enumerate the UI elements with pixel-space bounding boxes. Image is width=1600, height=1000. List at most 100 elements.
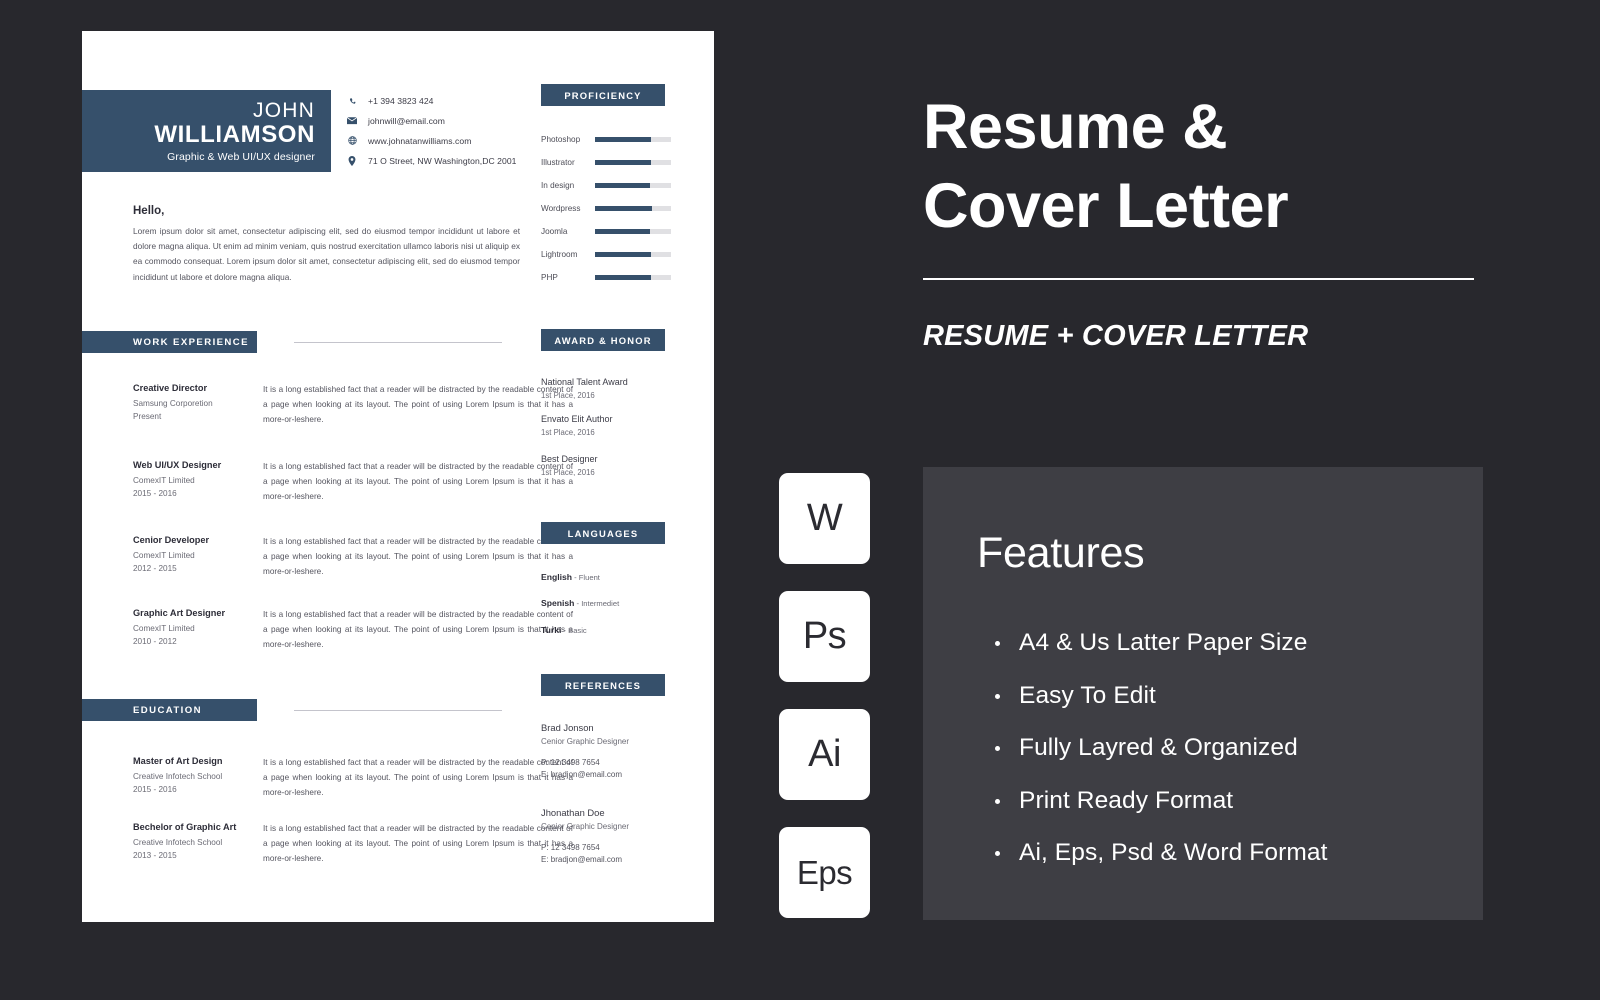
reference-name: Brad Jonson [541, 722, 594, 733]
language-name: Spenish [541, 598, 575, 608]
skill-track [595, 205, 671, 211]
language-level: Fluent [578, 573, 600, 582]
work-entry-years: Present [133, 411, 162, 421]
skill-row: PHP [541, 270, 671, 284]
work-entry-org: ComexIT Limited [133, 476, 195, 485]
language-item: English - Fluent [541, 572, 600, 582]
contact-email-text: johnwill@email.com [368, 115, 445, 126]
format-badge-word[interactable]: W [779, 473, 870, 564]
promo-title: Resume & Cover Letter [923, 88, 1523, 246]
section-rule-work-experience [294, 342, 502, 343]
format-badge-illustrator[interactable]: Ai [779, 709, 870, 800]
contact-phone-text: +1 394 3823 424 [368, 95, 434, 106]
features-panel: Features A4 & Us Latter Paper Size Easy … [923, 467, 1483, 920]
section-heading-work-experience: WORK EXPERIENCE [82, 331, 257, 353]
education-entry-meta: Bechelor of Graphic Art Creative Infotec… [133, 822, 263, 866]
work-entry-years: 2015 - 2016 [133, 488, 177, 498]
contact-row-email: johnwill@email.com [344, 111, 544, 130]
work-entry: Creative Director Samsung Corporetion Pr… [133, 383, 573, 427]
work-entry: Graphic Art Designer ComexIT Limited 201… [133, 608, 573, 652]
award-name: National Talent Award [541, 377, 628, 387]
section-heading-proficiency: PROFICIENCY [541, 84, 665, 106]
work-entry-meta: Graphic Art Designer ComexIT Limited 201… [133, 608, 263, 652]
resume-preview-page: JOHN WILLIAMSON Graphic & Web UI/UX desi… [82, 31, 714, 922]
contact-address-text: 71 O Street, NW Washington,DC 2001 [368, 155, 517, 166]
skill-fill [595, 228, 651, 234]
skill-row: Wordpress [541, 201, 671, 215]
skill-track [595, 159, 671, 165]
work-entry-meta: Cenior Developer ComexIT Limited 2012 - … [133, 535, 263, 579]
work-entry-meta: Web UI/UX Designer ComexIT Limited 2015 … [133, 460, 263, 504]
skill-row: Lightroom [541, 247, 671, 261]
education-entry-desc: It is a long established fact that a rea… [263, 824, 573, 863]
reference-email: E: bradjon@email.com [541, 855, 623, 864]
feature-item: Easy To Edit [993, 670, 1463, 723]
skill-row: Photoshop [541, 132, 671, 146]
education-entry: Master of Art Design Creative Infotech S… [133, 756, 573, 800]
work-entry: Web UI/UX Designer ComexIT Limited 2015 … [133, 460, 573, 504]
skill-track [595, 182, 671, 188]
reference-phone: P: 12 3498 7654 [541, 758, 600, 767]
education-entry: Bechelor of Graphic Art Creative Infotec… [133, 822, 573, 866]
feature-item: Fully Layred & Organized [993, 722, 1463, 775]
work-entry-job: Graphic Art Designer [133, 608, 226, 618]
skill-track [595, 136, 671, 142]
work-entry-job: Cenior Developer [133, 535, 210, 545]
skill-fill [595, 251, 652, 257]
promo-divider [923, 278, 1474, 280]
reference-role: Cenior Graphic Designer [541, 737, 630, 746]
job-title: Graphic & Web UI/UX designer [167, 151, 315, 163]
contact-row-website: www.johnatanwilliams.com [344, 131, 544, 150]
skill-name: Wordpress [541, 203, 581, 213]
award-item: Best Designer 1st Place, 2016 [541, 453, 681, 479]
education-entry-meta: Master of Art Design Creative Infotech S… [133, 756, 263, 800]
work-entry-desc: It is a long established fact that a rea… [263, 610, 573, 649]
work-entry-desc: It is a long established fact that a rea… [263, 462, 573, 501]
skill-fill [595, 205, 652, 211]
phone-icon [344, 96, 360, 105]
language-level-dash: - [572, 573, 579, 582]
education-entry-years: 2015 - 2016 [133, 784, 177, 794]
skill-track [595, 274, 671, 280]
award-name: Best Designer [541, 454, 598, 464]
promo-title-line2: Cover Letter [923, 171, 1289, 241]
skill-fill [595, 274, 652, 280]
section-heading-education: EDUCATION [82, 699, 257, 721]
intro-block: Hello, Lorem ipsum dolor sit amet, conse… [133, 205, 520, 285]
work-entry-job: Web UI/UX Designer [133, 460, 222, 470]
section-rule-education [294, 710, 502, 711]
skill-fill [595, 159, 652, 165]
reference-phone: P: 12 3498 7654 [541, 843, 600, 852]
award-item: Envato Elit Author 1st Place, 2016 [541, 413, 681, 439]
education-entry-school: Creative Infotech School [133, 838, 223, 847]
work-entry: Cenior Developer ComexIT Limited 2012 - … [133, 535, 573, 579]
location-pin-icon [344, 155, 360, 166]
features-list: A4 & Us Latter Paper Size Easy To Edit F… [993, 617, 1463, 880]
contact-row-phone: +1 394 3823 424 [344, 91, 544, 110]
language-level: Basic [568, 626, 587, 635]
work-entry-meta: Creative Director Samsung Corporetion Pr… [133, 383, 263, 427]
reference-email: E: bradjon@email.com [541, 770, 623, 779]
reference-name: Jhonathan Doe [541, 807, 605, 818]
skill-track [595, 228, 671, 234]
work-entry-job: Creative Director [133, 383, 208, 393]
skill-name: Lightroom [541, 249, 578, 259]
skill-row: In design [541, 178, 671, 192]
format-badge-photoshop[interactable]: Ps [779, 591, 870, 682]
skill-row: Illustrator [541, 155, 671, 169]
skill-fill [595, 182, 651, 188]
language-name: Turki [541, 625, 562, 635]
award-name: Envato Elit Author [541, 414, 613, 424]
feature-item: Print Ready Format [993, 775, 1463, 828]
format-badge-eps[interactable]: Eps [779, 827, 870, 918]
promo-stage: JOHN WILLIAMSON Graphic & Web UI/UX desi… [0, 0, 1600, 1000]
award-item: National Talent Award 1st Place, 2016 [541, 376, 681, 402]
last-name: WILLIAMSON [154, 121, 315, 148]
reference-role: Cenior Graphic Designer [541, 822, 630, 831]
work-entry-years: 2010 - 2012 [133, 636, 177, 646]
education-entry-degree: Bechelor of Graphic Art [133, 822, 237, 832]
work-entry-desc: It is a long established fact that a rea… [263, 537, 573, 576]
format-badge-list: W Ps Ai Eps [779, 473, 870, 918]
contact-website-text: www.johnatanwilliams.com [368, 135, 472, 146]
language-item: Turki - Basic [541, 625, 587, 635]
